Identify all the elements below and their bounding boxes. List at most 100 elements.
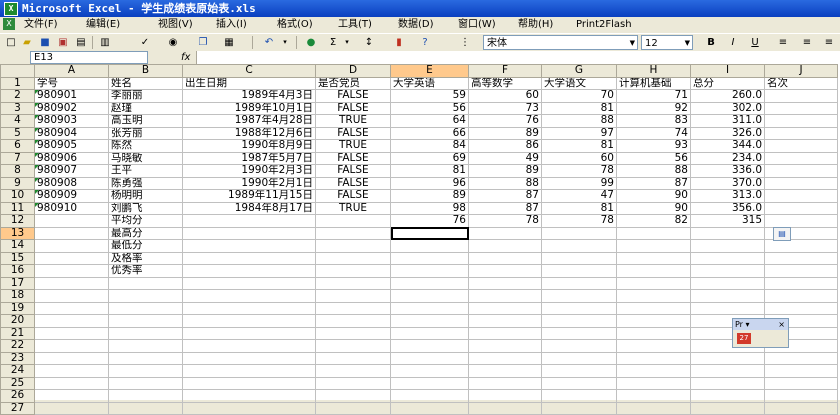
- cell-a2[interactable]: 980901: [34, 89, 109, 103]
- cell-f18[interactable]: [468, 289, 542, 303]
- cell-h1[interactable]: 计算机基础: [616, 76, 691, 90]
- cell-j16[interactable]: [764, 264, 838, 278]
- cell-d16[interactable]: [315, 264, 391, 278]
- cell-a18[interactable]: [34, 289, 109, 303]
- cell-g1[interactable]: 大学语文: [541, 76, 617, 90]
- cell-j14[interactable]: [764, 239, 838, 253]
- row-header[interactable]: 18: [0, 289, 35, 303]
- cell-d20[interactable]: [315, 314, 391, 328]
- cell-g12[interactable]: 78: [541, 214, 617, 228]
- cell-d21[interactable]: [315, 326, 391, 340]
- cell-d25[interactable]: [315, 376, 391, 390]
- cell-i10[interactable]: 313.0: [690, 189, 765, 203]
- row-header[interactable]: 20: [0, 314, 35, 328]
- row-header[interactable]: 17: [0, 276, 35, 290]
- cell-i23[interactable]: [690, 351, 765, 365]
- cell-g9[interactable]: 99: [541, 176, 617, 190]
- menu-print2flash[interactable]: Print2Flash: [576, 17, 632, 33]
- cell-c15[interactable]: [182, 251, 316, 265]
- cell-b15[interactable]: 及格率: [108, 251, 183, 265]
- cell-h17[interactable]: [616, 276, 691, 290]
- row-header[interactable]: 25: [0, 376, 35, 390]
- cell-j9[interactable]: [764, 176, 838, 190]
- row-header[interactable]: 21: [0, 326, 35, 340]
- permission-icon[interactable]: ▣: [56, 36, 70, 49]
- cell-a13[interactable]: [34, 226, 109, 240]
- cell-e20[interactable]: [390, 314, 469, 328]
- cell-h5[interactable]: 74: [616, 126, 691, 140]
- cell-c22[interactable]: [182, 339, 316, 353]
- paste-options-icon[interactable]: ▤: [773, 227, 791, 241]
- cell-a17[interactable]: [34, 276, 109, 290]
- cell-c25[interactable]: [182, 376, 316, 390]
- cell-g4[interactable]: 88: [541, 114, 617, 128]
- cell-f14[interactable]: [468, 239, 542, 253]
- cell-b8[interactable]: 王平: [108, 164, 183, 178]
- cell-c21[interactable]: [182, 326, 316, 340]
- cell-i19[interactable]: [690, 301, 765, 315]
- cell-i27[interactable]: [690, 401, 765, 415]
- row-header[interactable]: 3: [0, 101, 35, 115]
- help-icon[interactable]: ?: [418, 36, 432, 49]
- cell-d5[interactable]: FALSE: [315, 126, 391, 140]
- workbook-icon[interactable]: X: [3, 18, 15, 30]
- cell-a12[interactable]: [34, 214, 109, 228]
- cell-h21[interactable]: [616, 326, 691, 340]
- cell-f10[interactable]: 87: [468, 189, 542, 203]
- cell-j26[interactable]: [764, 389, 838, 403]
- align-right-icon[interactable]: ≡: [822, 36, 836, 49]
- cell-i9[interactable]: 370.0: [690, 176, 765, 190]
- cell-g20[interactable]: [541, 314, 617, 328]
- sort-ascending-icon[interactable]: ↕: [362, 36, 376, 49]
- cell-f20[interactable]: [468, 314, 542, 328]
- cell-e14[interactable]: [390, 239, 469, 253]
- column-header-i[interactable]: I: [690, 64, 765, 78]
- cell-a6[interactable]: 980905: [34, 139, 109, 153]
- cell-g24[interactable]: [541, 364, 617, 378]
- undo-dropdown-icon[interactable]: ▾: [278, 36, 292, 49]
- cell-b23[interactable]: [108, 351, 183, 365]
- row-header[interactable]: 23: [0, 351, 35, 365]
- cell-h19[interactable]: [616, 301, 691, 315]
- cell-f23[interactable]: [468, 351, 542, 365]
- cell-e8[interactable]: 81: [390, 164, 469, 178]
- row-header[interactable]: 19: [0, 301, 35, 315]
- cell-g14[interactable]: [541, 239, 617, 253]
- cell-d24[interactable]: [315, 364, 391, 378]
- cell-h12[interactable]: 82: [616, 214, 691, 228]
- hyperlink-icon[interactable]: ●: [304, 36, 318, 49]
- cell-f24[interactable]: [468, 364, 542, 378]
- cell-h9[interactable]: 87: [616, 176, 691, 190]
- undo-icon[interactable]: ↶: [262, 36, 276, 49]
- cell-h26[interactable]: [616, 389, 691, 403]
- cell-c1[interactable]: 出生日期: [182, 76, 316, 90]
- paste-icon[interactable]: ▦: [222, 36, 236, 49]
- cell-b21[interactable]: [108, 326, 183, 340]
- cell-e12[interactable]: 76: [390, 214, 469, 228]
- excel-app-icon[interactable]: X: [4, 2, 18, 16]
- cell-f5[interactable]: 89: [468, 126, 542, 140]
- cell-a9[interactable]: 980908: [34, 176, 109, 190]
- cell-b3[interactable]: 赵瑾: [108, 101, 183, 115]
- cell-c5[interactable]: 1988年12月6日: [182, 126, 316, 140]
- cell-i26[interactable]: [690, 389, 765, 403]
- cell-d7[interactable]: FALSE: [315, 151, 391, 165]
- cell-h18[interactable]: [616, 289, 691, 303]
- cell-b22[interactable]: [108, 339, 183, 353]
- cell-i14[interactable]: [690, 239, 765, 253]
- cell-h7[interactable]: 56: [616, 151, 691, 165]
- row-header[interactable]: 12: [0, 214, 35, 228]
- menu-help[interactable]: 帮助(H): [518, 17, 553, 33]
- cell-j11[interactable]: [764, 201, 838, 215]
- cell-f4[interactable]: 76: [468, 114, 542, 128]
- cell-b14[interactable]: 最低分: [108, 239, 183, 253]
- cell-e11[interactable]: 98: [390, 201, 469, 215]
- cell-h24[interactable]: [616, 364, 691, 378]
- bold-button[interactable]: B: [704, 36, 718, 49]
- cell-g21[interactable]: [541, 326, 617, 340]
- cell-c2[interactable]: 1989年4月3日: [182, 89, 316, 103]
- cell-j1[interactable]: 名次: [764, 76, 838, 90]
- cell-i4[interactable]: 311.0: [690, 114, 765, 128]
- cell-j4[interactable]: [764, 114, 838, 128]
- cell-a7[interactable]: 980906: [34, 151, 109, 165]
